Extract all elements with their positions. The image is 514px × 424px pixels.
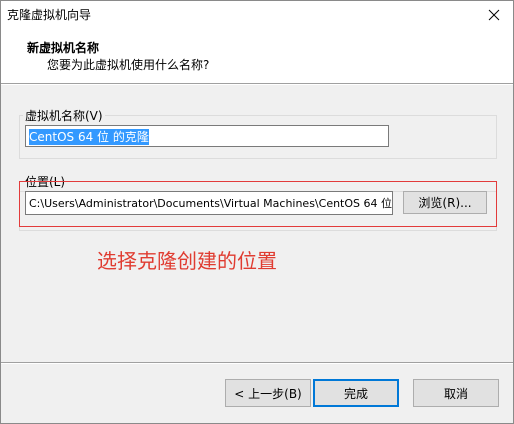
annotation-highlight-box [19,181,497,227]
vm-name-value: CentOS 64 位 的克隆 [29,129,149,145]
page-subtitle: 您要为此虚拟机使用什么名称? [47,58,210,72]
window-title: 克隆虚拟机向导 [7,8,92,22]
page-title: 新虚拟机名称 [27,41,100,55]
wizard-header: 新虚拟机名称 您要为此虚拟机使用什么名称? [1,29,513,83]
header-divider [1,83,513,85]
back-button[interactable]: < 上一步(B) [225,379,311,407]
vm-name-label: 虚拟机名称(V) [23,107,105,124]
vm-name-input[interactable]: CentOS 64 位 的克隆 [25,125,389,147]
title-bar: 克隆虚拟机向导 [1,1,513,29]
close-icon [488,9,500,21]
finish-button[interactable]: 完成 [313,379,399,407]
clone-vm-wizard-window: 克隆虚拟机向导 新虚拟机名称 您要为此虚拟机使用什么名称? 虚拟机名称(V) C… [0,0,514,424]
footer-divider [1,362,513,364]
annotation-text: 选择克隆创建的位置 [97,249,277,273]
cancel-button[interactable]: 取消 [413,379,499,407]
close-button[interactable] [475,1,513,29]
